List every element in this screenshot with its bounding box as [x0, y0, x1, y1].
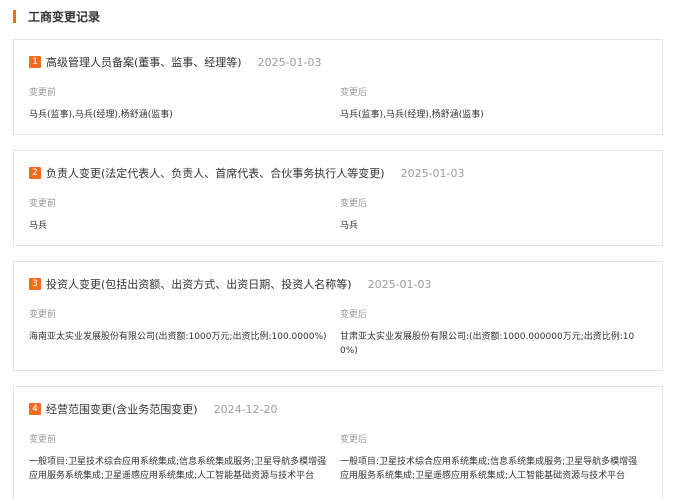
record-title: 负责人变更(法定代表人、负责人、首席代表、合伙事务执行人等变更) [46, 167, 385, 180]
after-column: 变更后 甘肃亚太实业发展股份有限公司:(出资额:1000.000000万元;出资… [340, 309, 640, 358]
before-value: 马兵(监事),马兵(经理),杨舒涵(监事) [29, 110, 173, 120]
record-header: 1 高级管理人员备案(董事、监事、经理等) 2025-01-03 [29, 55, 322, 69]
after-label: 变更后 [340, 435, 368, 445]
after-column: 变更后 一般项目:卫星技术综合应用系统集成;信息系统集成服务;卫星导航多模增强应… [340, 434, 640, 483]
after-column: 变更后 马兵(监事),马兵(经理),杨舒涵(监事) [340, 87, 640, 122]
after-value: 马兵(监事),马兵(经理),杨舒涵(监事) [340, 110, 484, 120]
after-value: 甘肃亚太实业发展股份有限公司:(出资额:1000.000000万元;出资比例:1… [340, 332, 635, 356]
section-header: 工商变更记录 [13, 8, 100, 24]
record-number-badge: 3 [29, 278, 41, 290]
record-header: 2 负责人变更(法定代表人、负责人、首席代表、合伙事务执行人等变更) 2025-… [29, 166, 465, 180]
before-value: 海南亚太实业发展股份有限公司(出资额:1000万元;出资比例:100.0000%… [29, 332, 327, 342]
record-title: 高级管理人员备案(董事、监事、经理等) [46, 56, 242, 69]
record-date: 2024-12-20 [213, 402, 278, 416]
record-header: 4 经营范围变更(含业务范围变更) 2024-12-20 [29, 402, 278, 416]
before-label: 变更前 [29, 88, 57, 98]
before-column: 变更前 一般项目:卫星技术综合应用系统集成;信息系统集成服务;卫星导航多模增强应… [29, 434, 329, 483]
record-title: 经营范围变更(含业务范围变更) [46, 403, 198, 416]
record-number-badge: 4 [29, 403, 41, 415]
after-value: 一般项目:卫星技术综合应用系统集成;信息系统集成服务;卫星导航多模增强应用服务系… [340, 457, 638, 481]
before-label: 变更前 [29, 199, 57, 209]
record-date: 2025-01-03 [257, 55, 322, 69]
change-record-card: 3 投资人变更(包括出资额、出资方式、出资日期、投资人名称等) 2025-01-… [13, 261, 663, 371]
record-number-badge: 2 [29, 167, 41, 179]
after-label: 变更后 [340, 199, 368, 209]
record-date: 2025-01-03 [400, 166, 465, 180]
change-record-card: 1 高级管理人员备案(董事、监事、经理等) 2025-01-03 变更前 马兵(… [13, 39, 663, 135]
after-column: 变更后 马兵 [340, 198, 640, 233]
before-column: 变更前 海南亚太实业发展股份有限公司(出资额:1000万元;出资比例:100.0… [29, 309, 329, 344]
before-value: 马兵 [29, 221, 48, 231]
after-label: 变更后 [340, 310, 368, 320]
after-label: 变更后 [340, 88, 368, 98]
change-record-card: 4 经营范围变更(含业务范围变更) 2024-12-20 变更前 一般项目:卫星… [13, 386, 663, 500]
record-title: 投资人变更(包括出资额、出资方式、出资日期、投资人名称等) [46, 278, 352, 291]
record-number-badge: 1 [29, 56, 41, 68]
before-column: 变更前 马兵 [29, 198, 329, 233]
before-label: 变更前 [29, 435, 57, 445]
after-value: 马兵 [340, 221, 359, 231]
record-date: 2025-01-03 [367, 277, 432, 291]
before-value: 一般项目:卫星技术综合应用系统集成;信息系统集成服务;卫星导航多模增强应用服务系… [29, 457, 327, 481]
record-header: 3 投资人变更(包括出资额、出资方式、出资日期、投资人名称等) 2025-01-… [29, 277, 432, 291]
section-title: 工商变更记录 [28, 9, 101, 24]
change-record-card: 2 负责人变更(法定代表人、负责人、首席代表、合伙事务执行人等变更) 2025-… [13, 150, 663, 246]
before-column: 变更前 马兵(监事),马兵(经理),杨舒涵(监事) [29, 87, 329, 122]
before-label: 变更前 [29, 310, 57, 320]
section-accent-bar [13, 9, 16, 23]
